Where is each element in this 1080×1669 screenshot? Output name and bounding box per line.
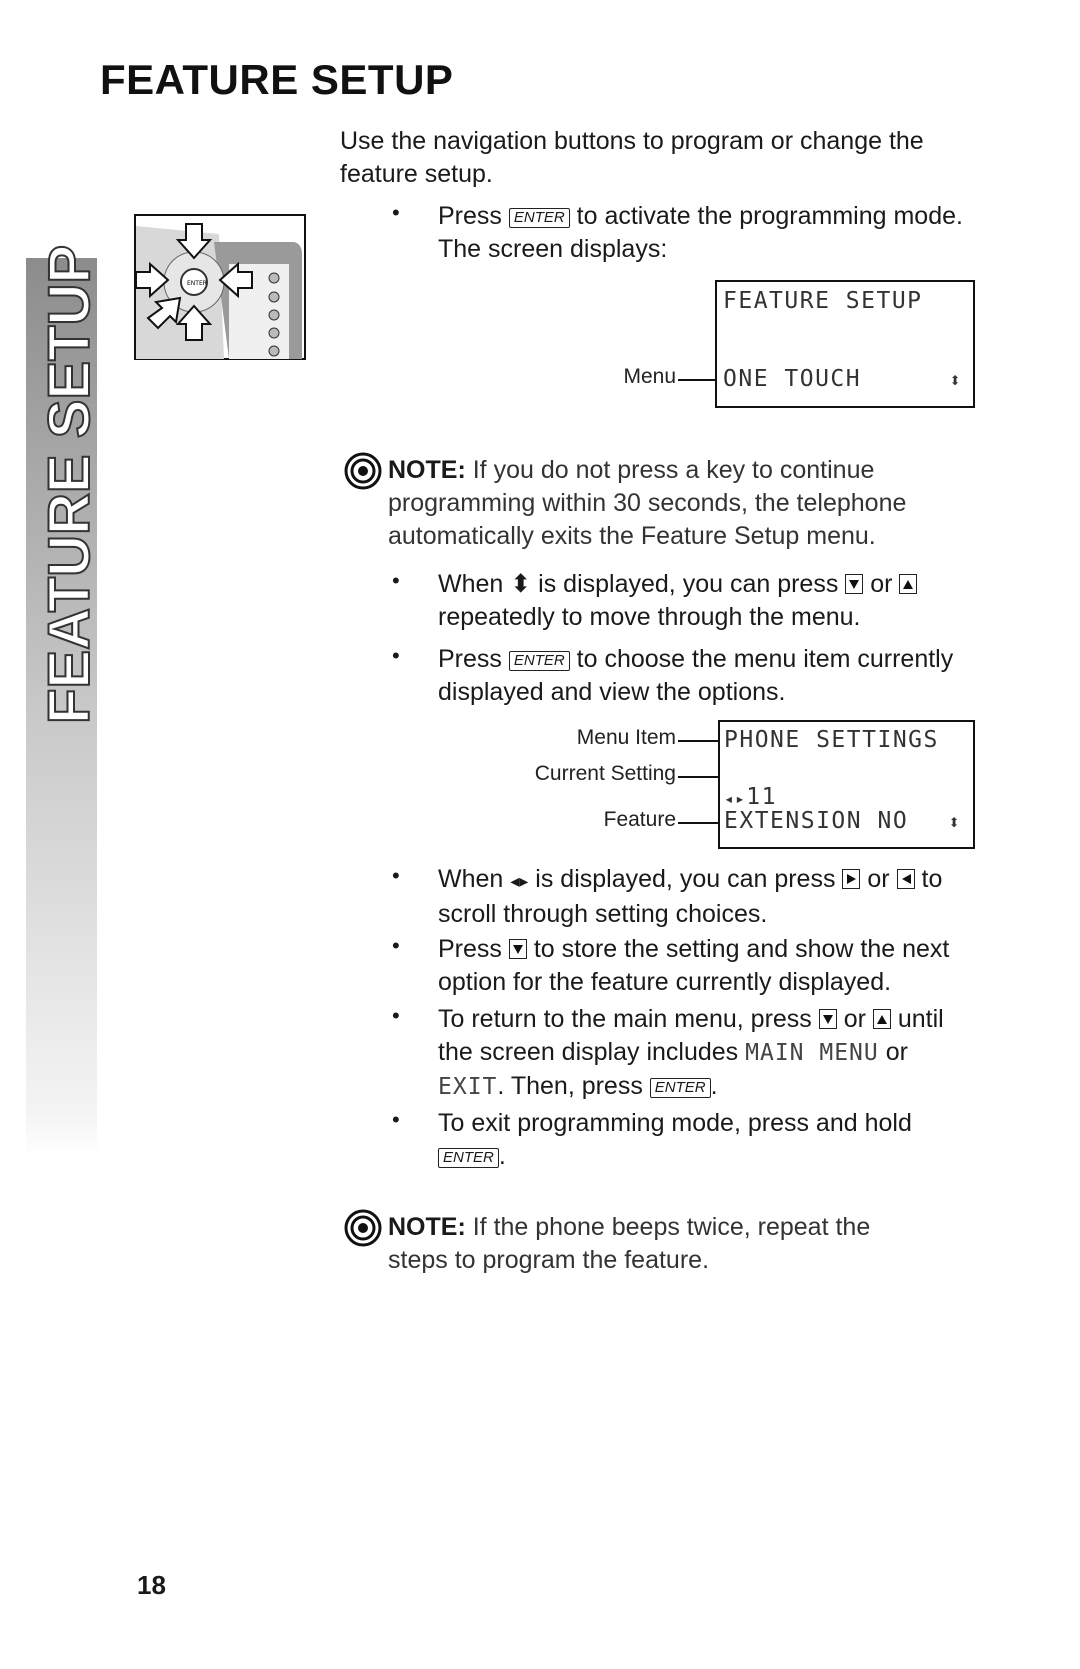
text: or bbox=[867, 865, 890, 893]
side-tab: FEATURE SETUP bbox=[26, 244, 103, 1158]
text: or bbox=[885, 1038, 908, 1066]
up-down-scroll-icon: ⬍ bbox=[510, 570, 532, 598]
down-key-icon bbox=[508, 939, 527, 959]
text: is displayed, you can press bbox=[538, 570, 839, 598]
step-navigate-menu: When ⬍ is displayed, you can press or re… bbox=[438, 568, 978, 634]
bullet: • bbox=[392, 933, 400, 958]
text: or bbox=[870, 570, 893, 598]
left-right-scroll-icon: ◂▸ bbox=[724, 789, 747, 808]
note-label: NOTE: bbox=[388, 456, 466, 484]
bullet: • bbox=[392, 1107, 400, 1132]
lcd-line: PHONE SETTINGS bbox=[724, 727, 939, 753]
down-key-icon bbox=[845, 574, 864, 594]
side-tab-label: FEATURE SETUP bbox=[36, 244, 103, 725]
down-key-icon bbox=[818, 1009, 837, 1029]
bullet: • bbox=[392, 1003, 400, 1028]
page-number: 18 bbox=[137, 1570, 166, 1600]
text: . Then, press bbox=[497, 1072, 643, 1100]
left-key-icon bbox=[896, 869, 915, 889]
note-timeout: NOTE: If you do not press a key to conti… bbox=[388, 454, 908, 553]
step-return-main: To return to the main menu, press or unt… bbox=[438, 1003, 978, 1104]
text: . bbox=[710, 1072, 718, 1100]
note-label: NOTE: bbox=[388, 1213, 466, 1241]
lcd-line: FEATURE SETUP bbox=[723, 288, 923, 314]
menu-item-label: Menu Item bbox=[576, 726, 676, 749]
enter-key-icon: ENTER bbox=[649, 1078, 711, 1098]
up-down-scroll-icon: ⬍ bbox=[949, 368, 963, 392]
feature-label: Feature bbox=[603, 808, 676, 831]
text: repeatedly to move through the menu. bbox=[438, 603, 861, 631]
up-key-icon bbox=[899, 574, 918, 594]
current-setting-label: Current Setting bbox=[534, 762, 676, 785]
step-scroll-settings: When ◂▸ is displayed, you can press or t… bbox=[438, 863, 998, 931]
step-exit: To exit programming mode, press and hold… bbox=[438, 1107, 978, 1173]
intro-text: Use the navigation buttons to program or… bbox=[340, 127, 924, 188]
lcd-line: ONE TOUCH bbox=[723, 366, 862, 392]
page-title: FEATURE SETUP bbox=[100, 56, 454, 103]
text: . bbox=[498, 1142, 506, 1170]
lcd-line: EXTENSION NO bbox=[724, 808, 909, 834]
note-text: If you do not press a key to continue pr… bbox=[388, 456, 907, 550]
note-target-icon bbox=[344, 452, 382, 490]
left-right-scroll-icon: ◂▸ bbox=[510, 871, 529, 891]
text: To return to the main menu, press bbox=[438, 1005, 812, 1033]
text: To exit programming mode, press and hold bbox=[438, 1109, 912, 1137]
lcd-line: ◂▸11 bbox=[724, 784, 777, 810]
lcd-text: EXIT bbox=[438, 1074, 498, 1100]
callout-line bbox=[678, 740, 722, 742]
callout-line bbox=[678, 379, 718, 381]
enter-key-icon: ENTER bbox=[508, 651, 570, 671]
lcd-text: MAIN MENU bbox=[745, 1040, 879, 1066]
up-key-icon bbox=[872, 1009, 891, 1029]
note-beeps: NOTE: If the phone beeps twice, repeat t… bbox=[388, 1211, 928, 1277]
bullet: • bbox=[392, 863, 400, 888]
bullet: • bbox=[392, 568, 400, 593]
step-activate: Press ENTER to activate the programming … bbox=[438, 200, 998, 266]
svg-text:ENTER: ENTER bbox=[187, 280, 207, 287]
right-key-icon bbox=[842, 869, 861, 889]
phone-navigation-illustration: ENTER bbox=[134, 214, 306, 360]
bullet: • bbox=[392, 200, 400, 225]
manual-page: FEATURE SETUP FEATURE SETUP ENTER Use th… bbox=[0, 0, 1080, 1669]
bullet: • bbox=[392, 643, 400, 668]
enter-key-icon: ENTER bbox=[508, 208, 570, 228]
text: When bbox=[438, 865, 504, 893]
enter-key-icon: ENTER bbox=[438, 1148, 499, 1168]
text: When bbox=[438, 570, 504, 598]
step-store: Press to store the setting and show the … bbox=[438, 933, 978, 999]
callout-line bbox=[678, 822, 722, 824]
text: Press bbox=[438, 202, 502, 230]
up-down-scroll-icon: ⬍ bbox=[948, 810, 962, 834]
step-choose: Press ENTER to choose the menu item curr… bbox=[438, 643, 978, 709]
lcd-display-phone-settings: PHONE SETTINGS ◂▸11 EXTENSION NO ⬍ bbox=[718, 720, 975, 849]
note-target-icon bbox=[344, 1209, 382, 1247]
text: Press bbox=[438, 935, 502, 963]
text: is displayed, you can press bbox=[535, 865, 836, 893]
current-setting-value: 11 bbox=[746, 784, 777, 810]
text: Press bbox=[438, 645, 502, 673]
lcd-display-feature-setup: FEATURE SETUP ONE TOUCH ⬍ bbox=[715, 280, 975, 408]
text: or bbox=[843, 1005, 866, 1033]
menu-label: Menu bbox=[623, 365, 676, 388]
